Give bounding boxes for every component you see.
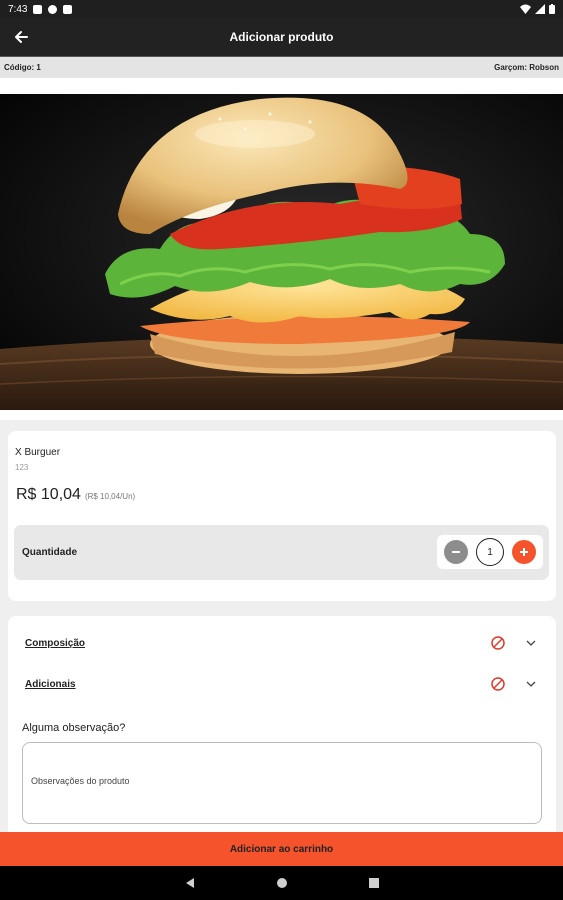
- system-nav-bar: [0, 866, 563, 900]
- status-right: [520, 4, 555, 14]
- additionals-label: Adicionais: [25, 678, 76, 690]
- increase-quantity-button[interactable]: [512, 540, 536, 564]
- back-button[interactable]: [10, 26, 32, 48]
- observation-label: Alguma observação?: [22, 722, 126, 734]
- image-spacer: [0, 410, 563, 420]
- ban-icon: [491, 677, 505, 691]
- page-title: Adicionar produto: [229, 30, 334, 44]
- quantity-label: Quantidade: [22, 547, 78, 558]
- nav-recents-button[interactable]: [367, 876, 381, 890]
- chevron-down-icon: [526, 681, 536, 687]
- plus-icon: [520, 548, 528, 556]
- nav-home-button[interactable]: [275, 876, 289, 890]
- notification-icon: [33, 4, 43, 14]
- quantity-stepper: 1: [437, 535, 543, 569]
- storage-icon: [63, 4, 73, 14]
- status-bar: 7:43: [0, 0, 563, 18]
- add-to-cart-button[interactable]: Adicionar ao carrinho: [0, 832, 563, 866]
- app-notification-icon: [48, 4, 58, 14]
- quantity-value: 1: [476, 538, 504, 566]
- triangle-back-icon: [185, 878, 194, 888]
- options-card: Composição Adicionais Alguma observação?: [8, 616, 556, 846]
- status-left: 7:43: [8, 3, 73, 15]
- ban-icon: [491, 636, 505, 650]
- spacer: [0, 78, 563, 94]
- observation-input[interactable]: [22, 742, 542, 824]
- product-card: X Burguer 123 R$ 10,04 (R$ 10,04/Un) Qua…: [8, 431, 556, 601]
- app-bar: Adicionar produto: [0, 18, 563, 56]
- burger-image: [0, 94, 563, 410]
- battery-icon: [549, 4, 555, 14]
- composition-row[interactable]: Composição: [8, 628, 556, 658]
- quantity-section: Quantidade 1: [14, 525, 549, 580]
- nav-back-button[interactable]: [183, 876, 197, 890]
- product-image: [0, 94, 563, 410]
- product-name: X Burguer: [15, 447, 61, 458]
- square-recents-icon: [368, 878, 379, 888]
- price-row: R$ 10,04 (R$ 10,04/Un): [16, 486, 135, 504]
- order-info-row: Código: 1 Garçom: Robson: [0, 56, 563, 78]
- minus-icon: [452, 551, 460, 553]
- product-price: R$ 10,04: [16, 486, 81, 503]
- additionals-row[interactable]: Adicionais: [8, 669, 556, 699]
- composition-label: Composição: [25, 637, 86, 649]
- chevron-down-icon: [526, 640, 536, 646]
- unit-price: (R$ 10,04/Un): [84, 492, 136, 501]
- product-code: 123: [15, 463, 29, 472]
- decrease-quantity-button[interactable]: [444, 540, 468, 564]
- order-code: Código: 1: [4, 63, 41, 72]
- cellular-icon: [535, 4, 545, 14]
- wifi-icon: [520, 4, 531, 14]
- circle-home-icon: [276, 878, 287, 888]
- status-time: 7:43: [8, 3, 28, 15]
- arrow-left-icon: [15, 31, 28, 43]
- waiter-name: Garçom: Robson: [494, 63, 559, 72]
